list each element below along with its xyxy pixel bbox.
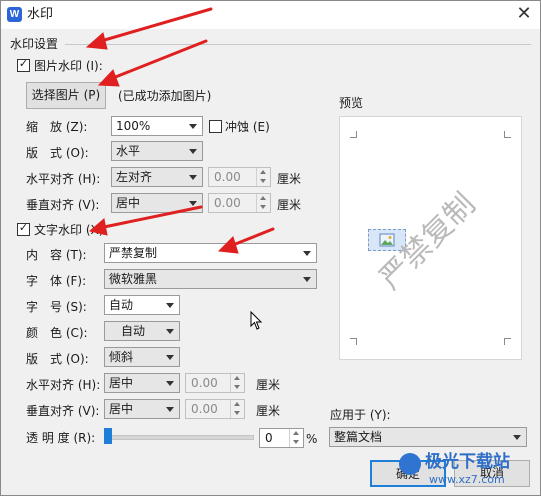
annotation-arrowhead-icon bbox=[88, 218, 108, 236]
annotation-arrowhead-icon bbox=[97, 69, 120, 87]
annotation-arrowhead-icon bbox=[85, 32, 108, 50]
annotation-arrow-icon bbox=[102, 205, 203, 229]
annotation-arrowhead-icon bbox=[217, 236, 239, 254]
annotation-arrow-icon bbox=[99, 7, 213, 43]
watermark-dialog: W 水印 ✕ 水印设置 ✓ 图片水印 (I): 选择图片 (P) (已成功添加图… bbox=[0, 0, 541, 496]
annotation-arrow-icon bbox=[111, 39, 208, 80]
annotation-arrow-icon bbox=[231, 227, 275, 247]
annotation-arrows bbox=[85, 7, 275, 254]
